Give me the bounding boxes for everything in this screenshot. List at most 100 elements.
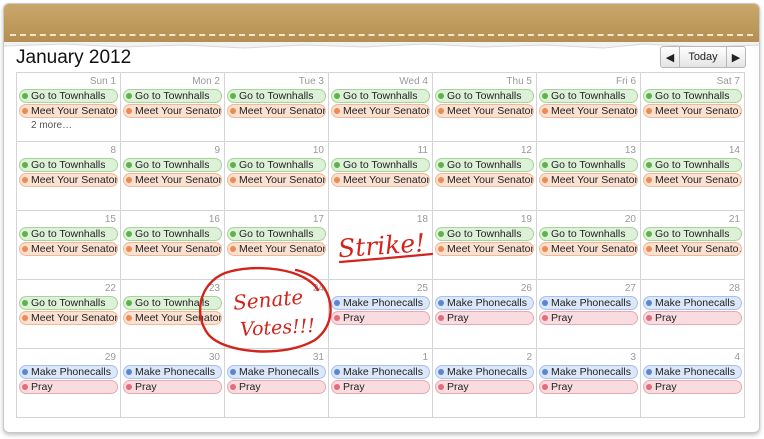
calendar-event[interactable]: Pray bbox=[227, 380, 326, 394]
day-cell[interactable]: Sun 1 Go to Townhalls Meet Your Senators 2 … bbox=[17, 73, 121, 142]
day-cell[interactable]: 20 Go to Townhalls Meet Your Senators bbox=[537, 211, 641, 280]
calendar-event[interactable]: Meet Your Senators bbox=[19, 311, 118, 325]
calendar-event[interactable]: Meet Your Senators bbox=[227, 104, 326, 118]
calendar-event[interactable]: Go to Townhalls bbox=[19, 158, 118, 172]
calendar-event[interactable]: Meet Your Senators bbox=[123, 173, 222, 187]
day-cell[interactable]: 16 Go to Townhalls Meet Your Senators bbox=[121, 211, 225, 280]
calendar-event[interactable]: Meet Your Senators bbox=[19, 242, 118, 256]
calendar-event[interactable]: Make Phonecalls bbox=[331, 365, 430, 379]
calendar-event[interactable]: Pray bbox=[539, 380, 638, 394]
today-button[interactable]: Today bbox=[679, 47, 727, 67]
day-cell[interactable]: 30 Make Phonecalls Pray bbox=[121, 349, 225, 418]
calendar-event[interactable]: Meet Your Senators bbox=[227, 173, 326, 187]
day-cell[interactable]: 24 bbox=[225, 280, 329, 349]
calendar-event[interactable]: Meet Your Senato… bbox=[643, 173, 742, 187]
calendar-event[interactable]: Meet Your Senators bbox=[123, 104, 222, 118]
calendar-event[interactable]: Make Phonecalls bbox=[227, 365, 326, 379]
day-cell[interactable]: 31 Make Phonecalls Pray bbox=[225, 349, 329, 418]
calendar-event[interactable]: Meet Your Senators bbox=[123, 242, 222, 256]
day-cell[interactable]: 13 Go to Townhalls Meet Your Senators bbox=[537, 142, 641, 211]
calendar-event[interactable]: Meet Your Senators bbox=[19, 173, 118, 187]
calendar-event[interactable]: Go to Townhalls bbox=[19, 227, 118, 241]
calendar-event[interactable]: Meet Your Senators bbox=[227, 242, 326, 256]
calendar-event[interactable]: Make Phonecalls bbox=[435, 365, 534, 379]
calendar-event[interactable]: Go to Townhalls bbox=[643, 89, 742, 103]
calendar-event[interactable]: Pray bbox=[331, 380, 430, 394]
calendar-event[interactable]: Make Phonecalls bbox=[539, 365, 638, 379]
calendar-event[interactable]: Pray bbox=[331, 311, 430, 325]
day-cell[interactable]: Thu 5 Go to Townhalls Meet Your Senators bbox=[433, 73, 537, 142]
day-cell[interactable]: Tue 3 Go to Townhalls Meet Your Senators bbox=[225, 73, 329, 142]
calendar-event[interactable]: Meet Your Senators bbox=[331, 173, 430, 187]
calendar-event[interactable]: Meet Your Senators bbox=[435, 104, 534, 118]
day-cell[interactable]: 23 Go to Townhalls Meet Your Senators bbox=[121, 280, 225, 349]
calendar-event[interactable]: Make Phonecalls bbox=[331, 296, 430, 310]
calendar-event[interactable]: Meet Your Senators bbox=[539, 242, 638, 256]
day-cell[interactable]: 29 Make Phonecalls Pray bbox=[17, 349, 121, 418]
day-cell[interactable]: 11 Go to Townhalls Meet Your Senators bbox=[329, 142, 433, 211]
calendar-event[interactable]: Go to Townhalls bbox=[227, 227, 326, 241]
calendar-event[interactable]: Meet Your Senators bbox=[539, 173, 638, 187]
calendar-event[interactable]: Go to Townhalls bbox=[123, 227, 222, 241]
previous-month-button[interactable]: ◀ bbox=[661, 47, 679, 67]
day-cell[interactable]: 25 Make Phonecalls Pray bbox=[329, 280, 433, 349]
calendar-event[interactable]: Pray bbox=[435, 380, 534, 394]
calendar-event[interactable]: Meet Your Senato… bbox=[643, 242, 742, 256]
calendar-event[interactable]: Meet Your Senators bbox=[123, 311, 222, 325]
calendar-event[interactable]: Go to Townhalls bbox=[539, 89, 638, 103]
day-cell[interactable]: 28 Make Phonecalls Pray bbox=[641, 280, 745, 349]
day-cell[interactable]: 27 Make Phonecalls Pray bbox=[537, 280, 641, 349]
day-cell[interactable]: 19 Go to Townhalls Meet Your Senators bbox=[433, 211, 537, 280]
calendar-event[interactable]: Make Phonecalls bbox=[539, 296, 638, 310]
day-cell[interactable]: 17 Go to Townhalls Meet Your Senators bbox=[225, 211, 329, 280]
calendar-event[interactable]: Go to Townhalls bbox=[227, 158, 326, 172]
calendar-event[interactable]: Go to Townhalls bbox=[643, 227, 742, 241]
calendar-event[interactable]: Make Phonecalls bbox=[19, 365, 118, 379]
calendar-event[interactable]: Make Phonecalls bbox=[123, 365, 222, 379]
calendar-event[interactable]: Go to Townhalls bbox=[123, 158, 222, 172]
calendar-event[interactable]: Pray bbox=[435, 311, 534, 325]
next-month-button[interactable]: ▶ bbox=[727, 47, 745, 67]
more-events-link[interactable]: 2 more… bbox=[17, 118, 120, 131]
day-cell[interactable]: 1 Make Phonecalls Pray bbox=[329, 349, 433, 418]
calendar-event[interactable]: Make Phonecalls bbox=[643, 365, 742, 379]
day-cell[interactable]: 12 Go to Townhalls Meet Your Senators bbox=[433, 142, 537, 211]
calendar-event[interactable]: Go to Townhalls bbox=[227, 89, 326, 103]
calendar-event[interactable]: Go to Townhalls bbox=[435, 158, 534, 172]
calendar-event[interactable]: Meet Your Senators bbox=[539, 104, 638, 118]
day-cell[interactable]: 26 Make Phonecalls Pray bbox=[433, 280, 537, 349]
day-cell[interactable]: Mon 2 Go to Townhalls Meet Your Senators bbox=[121, 73, 225, 142]
calendar-event[interactable]: Go to Townhalls bbox=[123, 89, 222, 103]
day-cell[interactable]: Sat 7 Go to Townhalls Meet Your Senato… bbox=[641, 73, 745, 142]
day-cell[interactable]: 15 Go to Townhalls Meet Your Senators bbox=[17, 211, 121, 280]
calendar-event[interactable]: Pray bbox=[643, 311, 742, 325]
calendar-event[interactable]: Go to Townhalls bbox=[19, 296, 118, 310]
calendar-event[interactable]: Meet Your Senators bbox=[19, 104, 118, 118]
calendar-event[interactable]: Go to Townhalls bbox=[123, 296, 222, 310]
day-cell[interactable]: 18 bbox=[329, 211, 433, 280]
calendar-event[interactable]: Meet Your Senators bbox=[331, 104, 430, 118]
calendar-event[interactable]: Pray bbox=[19, 380, 118, 394]
day-cell[interactable]: 22 Go to Townhalls Meet Your Senators bbox=[17, 280, 121, 349]
day-cell[interactable]: 4 Make Phonecalls Pray bbox=[641, 349, 745, 418]
calendar-event[interactable]: Go to Townhalls bbox=[643, 158, 742, 172]
calendar-event[interactable]: Go to Townhalls bbox=[435, 89, 534, 103]
calendar-event[interactable]: Pray bbox=[539, 311, 638, 325]
calendar-event[interactable]: Make Phonecalls bbox=[643, 296, 742, 310]
calendar-event[interactable]: Meet Your Senato… bbox=[643, 104, 742, 118]
day-cell[interactable]: 9 Go to Townhalls Meet Your Senators bbox=[121, 142, 225, 211]
calendar-event[interactable]: Go to Townhalls bbox=[539, 158, 638, 172]
day-cell[interactable]: Wed 4 Go to Townhalls Meet Your Senators bbox=[329, 73, 433, 142]
day-cell[interactable]: 10 Go to Townhalls Meet Your Senators bbox=[225, 142, 329, 211]
day-cell[interactable]: 21 Go to Townhalls Meet Your Senato… bbox=[641, 211, 745, 280]
calendar-event[interactable]: Pray bbox=[123, 380, 222, 394]
calendar-event[interactable]: Meet Your Senators bbox=[435, 242, 534, 256]
calendar-event[interactable]: Pray bbox=[643, 380, 742, 394]
calendar-event[interactable]: Meet Your Senators bbox=[435, 173, 534, 187]
calendar-event[interactable]: Go to Townhalls bbox=[539, 227, 638, 241]
day-cell[interactable]: Fri 6 Go to Townhalls Meet Your Senators bbox=[537, 73, 641, 142]
day-cell[interactable]: 14 Go to Townhalls Meet Your Senato… bbox=[641, 142, 745, 211]
calendar-event[interactable]: Go to Townhalls bbox=[19, 89, 118, 103]
calendar-event[interactable]: Go to Townhalls bbox=[435, 227, 534, 241]
day-cell[interactable]: 2 Make Phonecalls Pray bbox=[433, 349, 537, 418]
